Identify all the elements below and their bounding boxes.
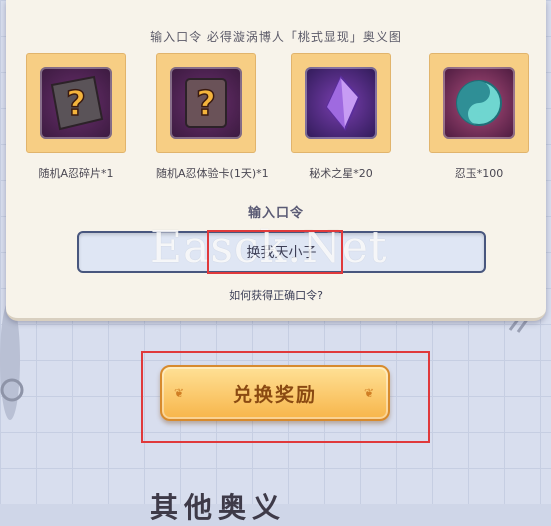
reward-frame — [429, 53, 529, 153]
reward-item: 秘术之星*20 — [291, 53, 391, 181]
purple-crystal-icon — [305, 67, 377, 139]
reward-frame: ? — [156, 53, 256, 153]
panel-title: 输入口令 必得漩涡博人「桃式显现」奥义图 — [150, 30, 402, 44]
reward-frame — [291, 53, 391, 153]
reward-frame: ? — [26, 53, 126, 153]
mystery-shard-icon: ? — [40, 67, 112, 139]
section-title-other-skills: 其他奥义 — [150, 491, 287, 524]
reward-item: ? 随机A忍体验卡(1天)*1 — [156, 53, 269, 181]
highlight-box-code — [207, 230, 343, 274]
how-to-get-code-link[interactable]: 如何获得正确口令? — [6, 287, 546, 303]
reward-item: ? 随机A忍碎片*1 — [26, 53, 126, 181]
mystery-card-icon: ? — [170, 67, 242, 139]
svg-text:?: ? — [66, 84, 86, 124]
reward-label: 秘术之星*20 — [309, 167, 373, 180]
reward-label: 随机A忍体验卡(1天)*1 — [156, 167, 269, 180]
svg-text:?: ? — [196, 84, 216, 124]
code-input-label: 输入口令 — [247, 206, 304, 221]
reward-label: 忍玉*100 — [454, 167, 504, 180]
reward-item: 忍玉*100 — [429, 53, 529, 181]
highlight-box-button — [141, 351, 430, 443]
reward-label: 随机A忍碎片*1 — [38, 167, 114, 180]
ninja-jade-icon — [443, 67, 515, 139]
